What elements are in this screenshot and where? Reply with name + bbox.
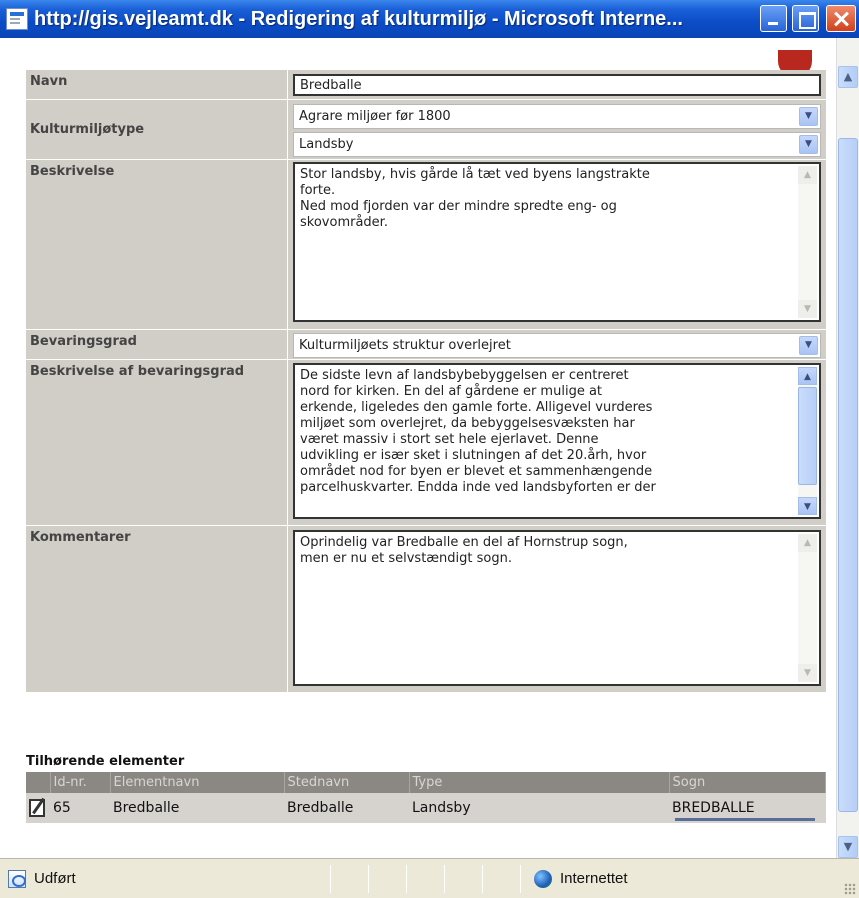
bevaringsgrad-line: udvikling er især sket i slutningen af d… [300, 448, 647, 463]
page-done-icon [8, 870, 26, 888]
close-button[interactable] [826, 5, 856, 32]
beskrivelse-bevaringsgrad-label: Beskrivelse af bevaringsgrad [26, 360, 288, 525]
kulturmiljo-subtype-select-value: Landsby [299, 137, 354, 152]
status-bar: Udført Internettet [0, 858, 859, 898]
window-scrollbar[interactable]: ▲ ▼ [836, 38, 859, 858]
bevaringsgrad-label: Bevaringsgrad [26, 330, 288, 359]
minimize-button[interactable] [760, 5, 787, 32]
kommentarer-textarea[interactable]: Oprindelig var Bredballe en del af Horns… [293, 530, 821, 686]
bevaringsgrad-select-value: Kulturmiljøets struktur overlejret [299, 338, 511, 353]
status-divider [520, 865, 521, 893]
window-title: http://gis.vejleamt.dk - Redigering af k… [34, 7, 683, 30]
bevaringsgrad-line: nord for kirken. En del af gårdene er mu… [300, 384, 603, 399]
status-divider [368, 865, 369, 893]
kommentarer-line: men er nu et selvstændigt sogn. [300, 551, 512, 566]
bevaringsgrad-line: De sidste levn af landsbybebyggelsen er … [300, 368, 629, 383]
beskrivelse-bevaringsgrad-textarea[interactable]: De sidste levn af landsbybebyggelsen er … [293, 363, 821, 519]
scroll-down-icon[interactable]: ▼ [798, 300, 817, 318]
related-elements-table: Id-nr. Elementnavn Stednavn Type Sogn 65… [26, 772, 826, 823]
bevaringsgrad-line: parcelhuskvarter. Endda inde ved landsby… [300, 480, 656, 495]
chevron-down-icon[interactable]: ▼ [799, 107, 818, 126]
edit-cell[interactable] [26, 793, 50, 823]
table-header-stednavn[interactable]: Stednavn [284, 772, 410, 793]
table-header-type[interactable]: Type [409, 772, 670, 793]
window-titlebar[interactable]: http://gis.vejleamt.dk - Redigering af k… [0, 0, 859, 38]
scroll-up-icon[interactable]: ▲ [798, 166, 817, 184]
scroll-up-icon[interactable]: ▲ [798, 534, 817, 552]
scroll-thumb[interactable] [798, 387, 817, 485]
status-divider [444, 865, 445, 893]
bevaringsgrad-line: miljøet som overlejret, da bebyggelsesvæ… [300, 416, 635, 431]
security-zone-text: Internettet [560, 870, 628, 887]
beskrivelse-label: Beskrivelse [26, 160, 288, 329]
status-text: Udført [34, 870, 76, 887]
table-header-elementnavn[interactable]: Elementnavn [110, 772, 285, 793]
beskrivelse-line: Ned mod fjorden var der mindre spredte e… [300, 199, 617, 214]
status-divider [482, 865, 483, 893]
bevaringsgrad-scrollbar[interactable]: ▲ ▼ [798, 367, 817, 515]
status-divider [330, 865, 331, 893]
scroll-up-icon[interactable]: ▲ [838, 66, 858, 88]
kulturmiljotype-select[interactable]: Agrare miljøer før 1800 ▼ [293, 104, 821, 129]
table-header-row: Id-nr. Elementnavn Stednavn Type Sogn [26, 772, 826, 793]
kulturmiljotype-label-text: Kulturmiljøtype [30, 122, 145, 137]
ie-page-icon [6, 8, 28, 30]
table-cell-elementnavn: Bredballe [110, 793, 284, 823]
kommentarer-scrollbar[interactable]: ▲ ▼ [798, 534, 817, 682]
beskrivelse-scrollbar[interactable]: ▲ ▼ [798, 166, 817, 318]
beskrivelse-textarea[interactable]: Stor landsby, hvis gårde lå tæt ved byen… [293, 162, 821, 322]
table-header-id[interactable]: Id-nr. [50, 772, 111, 793]
table-header-sogn[interactable]: Sogn [669, 772, 826, 793]
beskrivelse-line: forte. [300, 183, 336, 198]
edit-form: Navn Bredballe Kulturmiljøtype Agrare mi… [26, 70, 826, 692]
beskrivelse-line: skovområder. [300, 215, 388, 230]
navn-input[interactable]: Bredballe [293, 74, 821, 96]
bevaringsgrad-line: området nod for byen er blevet et sammen… [300, 464, 653, 479]
table-cell-type: Landsby [409, 793, 669, 823]
bevaringsgrad-select[interactable]: Kulturmiljøets struktur overlejret ▼ [293, 333, 821, 358]
maximize-button[interactable] [792, 5, 819, 32]
kulturmiljo-subtype-select[interactable]: Landsby ▼ [293, 132, 821, 157]
chevron-down-icon[interactable]: ▼ [799, 135, 818, 154]
bevaringsgrad-line: erkende, ligeledes den gamle forte. Alli… [300, 400, 653, 415]
internet-globe-icon [534, 870, 552, 888]
kulturmiljotype-select-value: Agrare miljøer før 1800 [299, 109, 451, 124]
kommentarer-line: Oprindelig var Bredballe en del af Horns… [300, 535, 628, 550]
kulturmiljotype-label: Kulturmiljøtype [26, 100, 288, 159]
table-cell-stednavn: Bredballe [284, 793, 409, 823]
table-cell-id: 65 [50, 793, 110, 823]
status-divider [406, 865, 407, 893]
scroll-up-icon[interactable]: ▲ [798, 367, 817, 385]
resize-grip-icon[interactable] [844, 883, 856, 895]
table-header-icon-col [26, 772, 51, 793]
horizontal-scroll-indicator[interactable] [675, 818, 815, 821]
beskrivelse-line: Stor landsby, hvis gårde lå tæt ved byen… [300, 167, 650, 182]
bevaringsgrad-line: været massiv i stort set hele ejerlavet.… [300, 432, 599, 447]
chevron-down-icon[interactable]: ▼ [799, 336, 818, 355]
scroll-thumb[interactable] [838, 138, 858, 812]
scroll-down-icon[interactable]: ▼ [838, 836, 858, 858]
kommentarer-label: Kommentarer [26, 526, 288, 692]
scroll-down-icon[interactable]: ▼ [798, 497, 817, 515]
navn-label: Navn [26, 70, 288, 99]
related-elements-title: Tilhørende elementer [26, 754, 185, 769]
scroll-down-icon[interactable]: ▼ [798, 664, 817, 682]
edit-pencil-icon[interactable] [29, 799, 45, 817]
